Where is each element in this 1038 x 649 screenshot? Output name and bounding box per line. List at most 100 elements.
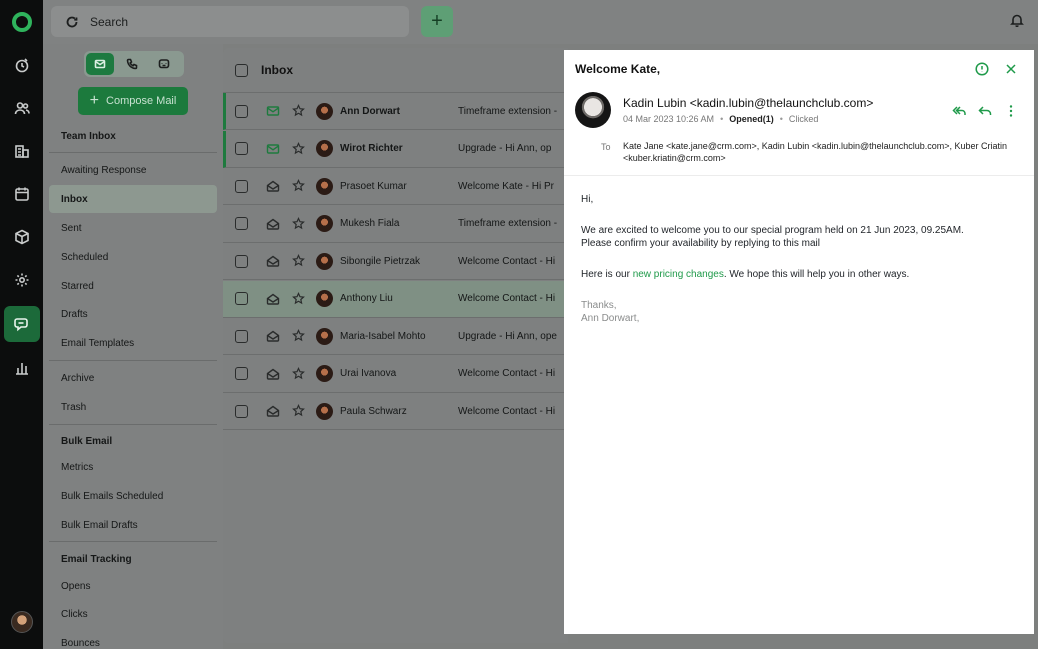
nav-metrics[interactable]: Metrics	[49, 453, 217, 481]
envelope-open-icon	[266, 292, 280, 306]
settings-icon[interactable]	[4, 262, 40, 298]
mail-date: 04 Mar 2023 10:26 AM	[623, 114, 715, 124]
nav-inbox[interactable]: Inbox	[49, 185, 217, 213]
mail-subject-preview: Welcome Contact - Hi	[458, 255, 556, 267]
nav-sent[interactable]: Sent	[49, 214, 217, 242]
user-avatar[interactable]	[11, 611, 33, 633]
clicked-status: Clicked	[788, 114, 819, 124]
mail-nav-panel: + Compose Mail Team Inbox Awaiting Respo…	[43, 44, 223, 649]
info-icon[interactable]	[975, 62, 989, 79]
star-icon[interactable]	[292, 216, 306, 231]
reports-icon[interactable]	[4, 350, 40, 386]
nav-trash[interactable]: Trash	[49, 393, 217, 421]
envelope-open-icon	[266, 329, 280, 343]
body-line: Please confirm your availability by repl…	[581, 238, 820, 249]
mail-row[interactable]: Mukesh Fiala Timeframe extension -	[223, 206, 568, 243]
phone-channel-icon[interactable]	[118, 53, 146, 75]
more-options-icon[interactable]	[1004, 104, 1018, 121]
nav-awaiting-response[interactable]: Awaiting Response	[49, 156, 217, 184]
nav-bounces[interactable]: Bounces	[49, 629, 217, 649]
nav-email-templates[interactable]: Email Templates	[49, 329, 217, 357]
contact-avatar	[316, 365, 333, 382]
channel-toggle	[84, 51, 184, 77]
nav-email-tracking[interactable]: Email Tracking	[49, 545, 217, 573]
close-icon[interactable]	[1004, 62, 1018, 79]
mail-subject-preview: Welcome Contact - Hi	[458, 368, 556, 379]
envelope-open-icon	[266, 179, 280, 193]
star-icon[interactable]	[292, 179, 306, 193]
deals-icon[interactable]	[4, 47, 40, 83]
nav-team-inbox[interactable]: Team Inbox	[49, 122, 217, 150]
mail-row[interactable]: Sibongile Pietrzak Welcome Contact - Hi	[223, 243, 568, 280]
star-icon[interactable]	[292, 404, 306, 418]
row-checkbox[interactable]	[235, 104, 248, 118]
email-channel-icon[interactable]	[86, 53, 114, 75]
compose-mail-button[interactable]: + Compose Mail	[78, 87, 188, 115]
nav-scheduled[interactable]: Scheduled	[49, 243, 217, 271]
nav-clicks[interactable]: Clicks	[49, 600, 217, 628]
select-all-checkbox[interactable]	[235, 63, 248, 77]
mail-row[interactable]: Wirot Richter Upgrade - Hi Ann, op	[223, 130, 568, 168]
nav-divider	[49, 424, 217, 425]
row-checkbox[interactable]	[235, 367, 248, 380]
app-logo	[12, 12, 32, 32]
mail-subject-preview: Timeframe extension -	[458, 218, 558, 229]
search-input[interactable]: Search	[51, 6, 409, 37]
calendar-icon[interactable]	[4, 176, 40, 212]
nav-bulk-email-drafts[interactable]: Bulk Email Drafts	[49, 511, 217, 539]
row-checkbox[interactable]	[235, 254, 248, 268]
nav-archive[interactable]: Archive	[49, 364, 217, 392]
star-icon[interactable]	[292, 329, 306, 343]
row-checkbox[interactable]	[235, 292, 248, 305]
reply-all-icon[interactable]	[952, 104, 966, 121]
mail-row[interactable]: Maria-Isabel Mohto Upgrade - Hi Ann, ope	[223, 318, 568, 355]
to-label: To	[601, 142, 611, 152]
nav-bulk-email[interactable]: Bulk Email	[49, 427, 217, 455]
chat-channel-icon[interactable]	[150, 53, 178, 75]
products-icon[interactable]	[4, 219, 40, 255]
row-checkbox[interactable]	[235, 404, 248, 418]
star-icon[interactable]	[292, 291, 306, 306]
row-checkbox[interactable]	[235, 142, 248, 155]
header-divider	[564, 175, 1034, 176]
mail-row[interactable]: Anthony Liu Welcome Contact - Hi	[223, 280, 568, 318]
body-line: We are excited to welcome you to our spe…	[581, 225, 964, 236]
sender-name: Sibongile Pietrzak	[340, 255, 421, 267]
row-checkbox[interactable]	[235, 329, 248, 343]
envelope-open-icon	[266, 404, 280, 418]
body-paragraph: Here is our new pricing changes. We hope…	[581, 268, 1011, 281]
contact-avatar	[316, 140, 333, 157]
sender-name: Paula Schwarz	[340, 405, 407, 417]
nav-starred[interactable]: Starred	[49, 272, 217, 300]
mail-subject-preview: Welcome Kate - Hi Pr	[458, 180, 554, 192]
contact-avatar	[316, 252, 333, 270]
mail-detail-pane: Welcome Kate, Kadin Lubin <kadin.lubin@t…	[564, 50, 1034, 634]
notification-bell-icon[interactable]	[1010, 13, 1024, 30]
star-icon[interactable]	[292, 104, 306, 118]
star-icon[interactable]	[292, 254, 306, 268]
mail-row[interactable]: Ann Dorwart Timeframe extension -	[223, 93, 568, 130]
companies-icon[interactable]	[4, 133, 40, 169]
contacts-icon[interactable]	[4, 90, 40, 126]
contact-avatar	[316, 215, 333, 232]
mail-row[interactable]: Urai Ivanova Welcome Contact - Hi	[223, 356, 568, 393]
separator-dot: •	[779, 114, 783, 124]
nav-drafts[interactable]: Drafts	[49, 300, 217, 328]
envelope-closed-icon	[266, 142, 280, 156]
pricing-link[interactable]: new pricing changes	[633, 269, 724, 280]
sender-name: Maria-Isabel Mohto	[340, 330, 426, 342]
nav-opens[interactable]: Opens	[49, 572, 217, 600]
mail-row[interactable]: Prasoet Kumar Welcome Kate - Hi Pr	[223, 168, 568, 205]
star-icon[interactable]	[292, 141, 306, 156]
add-button[interactable]: +	[421, 6, 453, 37]
row-checkbox[interactable]	[235, 179, 248, 193]
row-checkbox[interactable]	[235, 217, 248, 230]
mail-subject-preview: Welcome Contact - Hi	[458, 405, 556, 417]
detail-top-actions	[975, 62, 1018, 79]
mail-row[interactable]: Paula Schwarz Welcome Contact - Hi	[223, 393, 568, 430]
star-icon[interactable]	[292, 366, 306, 381]
reply-icon[interactable]	[978, 104, 992, 121]
contact-avatar	[316, 290, 333, 307]
nav-bulk-emails-scheduled[interactable]: Bulk Emails Scheduled	[49, 482, 217, 510]
mail-chat-icon[interactable]	[4, 306, 40, 342]
